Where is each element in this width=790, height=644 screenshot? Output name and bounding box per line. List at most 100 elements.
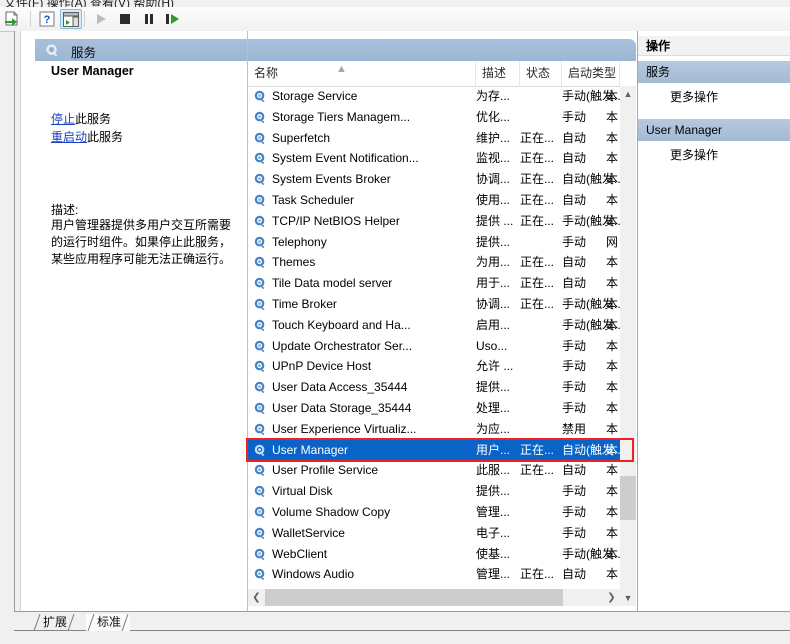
table-row[interactable]: Windows Audio 管理... 正在... 自动本 (248, 564, 620, 585)
show-hide-action-pane-icon[interactable] (60, 9, 82, 29)
scroll-up-arrow-icon[interactable]: ▲ (620, 86, 636, 102)
cell-service-name: User Data Storage_35444 (272, 400, 412, 415)
scroll-left-arrow-icon[interactable]: ❮ (248, 589, 265, 606)
cell-description: 管理... (476, 504, 511, 519)
cell-status (520, 336, 562, 357)
table-row[interactable]: UPnP Device Host 允许 ... 手动本 (248, 356, 620, 377)
cell-description: Uso... (476, 338, 508, 353)
table-row[interactable]: WalletService 电子... 手动本 (248, 523, 620, 544)
table-row[interactable]: Task Scheduler 使用... 正在... 自动本 (248, 190, 620, 211)
table-row-selected[interactable]: User Manager 用户... 正在... 自动(触发... 本 (248, 439, 620, 461)
table-row[interactable]: Storage Service 为存... 手动(触发... 本 (248, 86, 620, 107)
cell-service-name: System Event Notification... (272, 151, 419, 166)
table-row[interactable]: Touch Keyboard and Ha... 启用... 手动(触发... 本 (248, 315, 620, 336)
column-header-description[interactable]: 描述 (476, 61, 520, 86)
tab-extended[interactable]: 扩展 (32, 613, 76, 632)
tab-baseline (14, 630, 790, 631)
cell-description: 提供... (476, 380, 511, 395)
scroll-down-arrow-icon[interactable]: ▼ (620, 590, 636, 606)
stop-service-link-suffix: 此服务 (75, 112, 112, 126)
table-row[interactable]: User Data Access_35444 提供... 手动本 (248, 377, 620, 398)
tab-standard-label: 标准 (97, 615, 122, 629)
service-detail-pane: 服务 User Manager 停止此服务 重启动此服务 描述: 用户管理器提供… (21, 31, 248, 612)
cell-description: 启用... (476, 317, 511, 332)
actions-user-manager-more-actions[interactable]: 更多操作 (638, 144, 790, 166)
cell-logon-as: 本 (606, 89, 619, 103)
cell-description: 使用... (476, 192, 511, 207)
cell-description: 为存... (476, 89, 511, 103)
cell-logon-as: 本 (606, 504, 619, 519)
cell-description: 此服... (476, 463, 511, 478)
menu-bar-text: 文件(F) 操作(A) 查看(V) 帮助(H) (4, 0, 174, 7)
table-row[interactable]: System Events Broker 协调... 正在... 自动(触发... 本 (248, 169, 620, 190)
list-vertical-scrollbar[interactable]: ▲ ▼ (620, 86, 636, 606)
pause-service-icon[interactable] (138, 9, 160, 29)
service-gear-icon (253, 255, 267, 269)
table-row[interactable]: Telephony 提供... 手动网 (248, 232, 620, 253)
cell-logon-as: 本 (606, 192, 619, 207)
table-row[interactable]: Volume Shadow Copy 管理... 手动本 (248, 502, 620, 523)
cell-logon-as: 本 (606, 130, 619, 145)
services-mmc-window: 文件(F) 操作(A) 查看(V) 帮助(H) ? 服务 User Manage… (0, 0, 790, 644)
toolbar-separator-1 (30, 11, 31, 27)
description-label: 描述: (51, 203, 79, 217)
table-row[interactable]: Storage Tiers Managem... 优化... 手动本 (248, 107, 620, 128)
service-gear-icon (253, 172, 267, 186)
column-header-startup-type[interactable]: 启动类型 (562, 61, 620, 86)
table-row[interactable]: User Data Storage_35444 处理... 手动本 (248, 398, 620, 419)
cell-description: 提供 ... (476, 213, 514, 228)
vertical-scroll-thumb[interactable] (620, 476, 636, 520)
cell-logon-as: 本 (606, 546, 619, 561)
svg-text:?: ? (44, 14, 51, 26)
scroll-right-arrow-icon[interactable]: ❯ (603, 589, 620, 606)
stop-service-icon[interactable] (114, 9, 136, 29)
cell-service-name: WebClient (272, 546, 328, 561)
cell-logon-as: 本 (606, 317, 619, 332)
table-row[interactable]: Update Orchestrator Ser... Uso... 手动本 (248, 336, 620, 357)
table-row[interactable]: TCP/IP NetBIOS Helper 提供 ... 正在... 手动(触发...… (248, 211, 620, 232)
table-row[interactable]: Tile Data model server 用于... 正在... 自动本 (248, 273, 620, 294)
table-row[interactable]: User Experience Virtualiz... 为应... 禁用本 (248, 419, 620, 440)
actions-group-services-header: 服务 (638, 61, 790, 83)
restart-service-icon[interactable] (162, 9, 184, 29)
help-icon[interactable]: ? (36, 9, 58, 29)
cell-status (520, 502, 562, 523)
export-list-icon[interactable] (2, 9, 24, 29)
cell-service-name: Time Broker (272, 296, 337, 311)
cell-description: 管理... (476, 567, 511, 582)
service-gear-icon (253, 339, 267, 353)
service-gear-icon (253, 297, 267, 311)
table-row[interactable]: Themes 为用... 正在... 自动本 (248, 252, 620, 273)
restart-service-link[interactable]: 重启动此服务 (51, 128, 123, 146)
cell-logon-as: 本 (606, 338, 619, 353)
detail-service-title: User Manager (51, 64, 134, 78)
cell-status: 正在... (520, 192, 555, 207)
cell-description: 提供... (476, 484, 511, 499)
service-gear-icon (253, 214, 267, 228)
services-gear-icon (45, 43, 60, 61)
stop-service-link[interactable]: 停止此服务 (51, 110, 123, 128)
cell-logon-as: 本 (606, 172, 619, 187)
cell-status: 正在... (520, 567, 555, 582)
column-header-status[interactable]: 状态 (520, 61, 562, 86)
toolbar: ? (0, 7, 790, 32)
cell-logon-as: 本 (606, 296, 619, 311)
horizontal-scroll-thumb[interactable] (265, 589, 563, 606)
table-row[interactable]: System Event Notification... 监视... 正在... 自动… (248, 148, 620, 169)
cell-logon-as: 本 (606, 109, 619, 124)
actions-services-more-actions[interactable]: 更多操作 (638, 86, 790, 108)
tab-extended-left-slant (32, 613, 42, 632)
tab-standard[interactable]: 标准 (86, 613, 131, 632)
console-workspace: 服务 User Manager 停止此服务 重启动此服务 描述: 用户管理器提供… (14, 31, 790, 612)
column-header-name[interactable]: 名称 (248, 61, 476, 86)
table-row[interactable]: WebClient 使基... 手动(触发... 本 (248, 544, 620, 565)
table-row[interactable]: User Profile Service 此服... 正在... 自动本 (248, 460, 620, 481)
list-horizontal-scrollbar[interactable]: ❮ ❯ (248, 589, 620, 606)
services-list-rows[interactable]: Storage Service 为存... 手动(触发... 本 Storage Tie… (248, 86, 620, 606)
table-row[interactable]: Time Broker 协调... 正在... 手动(触发... 本 (248, 294, 620, 315)
cell-description: 用于... (476, 276, 511, 291)
menu-bar[interactable]: 文件(F) 操作(A) 查看(V) 帮助(H) (0, 0, 790, 7)
start-service-icon[interactable] (90, 9, 112, 29)
table-row[interactable]: Superfetch 维护... 正在... 自动本 (248, 128, 620, 149)
table-row[interactable]: Virtual Disk 提供... 手动本 (248, 481, 620, 502)
